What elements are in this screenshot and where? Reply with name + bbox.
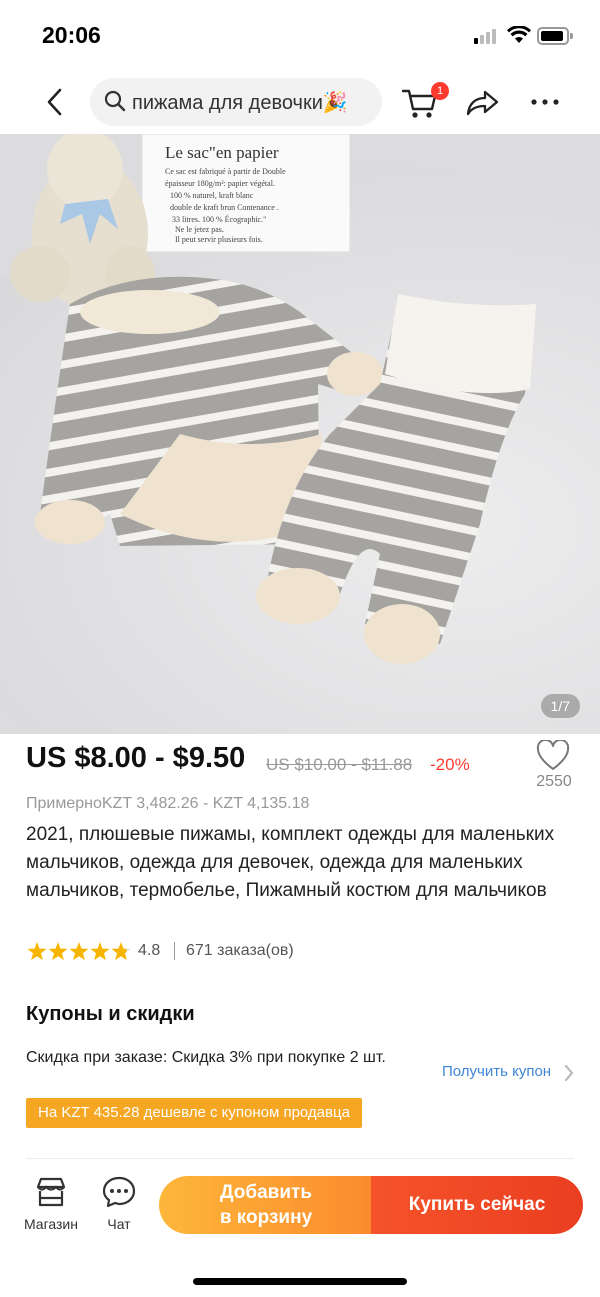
more-icon [531, 99, 559, 105]
search-query: пижама для девочки🎉 [132, 92, 348, 114]
chat-icon [102, 1176, 136, 1208]
battery-icon [537, 27, 573, 45]
signal-icon [474, 28, 500, 44]
status-time: 20:06 [42, 22, 101, 48]
status-bar: 20:06 [0, 0, 600, 70]
bag-line: Il peut servir plusieurs fois. [175, 235, 263, 244]
add-to-cart-line2: в корзину [219, 1207, 313, 1228]
chevron-left-icon [47, 88, 62, 116]
get-coupon-link[interactable]: Получить купон [442, 1063, 551, 1080]
star-icon [27, 942, 47, 961]
star-icon [111, 942, 131, 961]
bag-line: double de kraft brun Contenance . [170, 203, 279, 212]
store-icon [36, 1177, 66, 1207]
nav-bar: пижама для девочки🎉 1 [0, 70, 600, 134]
chevron-right-icon[interactable] [563, 1063, 575, 1083]
search-input[interactable]: пижама для девочки🎉 [90, 78, 382, 126]
bag-line: Ne le jetez pas. [175, 225, 224, 234]
more-button[interactable] [528, 84, 562, 120]
heart-icon [536, 738, 570, 770]
chat-label: Чат [107, 1216, 131, 1232]
cart-badge: 1 [431, 82, 449, 100]
add-to-cart-line1: Добавить [219, 1182, 313, 1203]
star-icon [69, 942, 89, 961]
share-button[interactable] [466, 84, 500, 120]
bag-line: Ce sac est fabriqué à partir de Double [165, 167, 286, 176]
seller-coupon-tag[interactable]: На KZT 435.28 дешевле с купоном продавца [26, 1098, 362, 1128]
paper-bag: Le sac"en papier Ce sac est fabriqué à p… [141, 134, 351, 253]
buy-now-button[interactable]: Купить сейчас [371, 1176, 583, 1234]
add-to-cart-button[interactable]: Добавить в корзину [159, 1176, 373, 1234]
coupon-description: Скидка при заказе: Скидка 3% при покупке… [26, 1049, 386, 1066]
rating-value: 4.8 [138, 942, 161, 959]
star-icon [48, 942, 68, 961]
bottom-action-bar: Магазин Чат Добавить в корзину Купить се… [0, 1160, 600, 1260]
price-old: US $10.00 - $11.88 [266, 755, 413, 774]
price-main: US $8.00 - $9.50 [26, 742, 246, 774]
divider [26, 1158, 574, 1159]
bag-line: 100 % naturel, kraft blanc [170, 191, 254, 200]
bag-text: Le sac"en papier [165, 143, 279, 162]
wishlist-count: 2550 [536, 773, 572, 790]
store-button[interactable]: Магазин [18, 1174, 84, 1238]
image-counter: 1/7 [540, 694, 580, 718]
rating-row[interactable]: 4.8 671 заказа(ов) [26, 940, 426, 964]
store-label: Магазин [23, 1216, 78, 1232]
coupons-title: Купоны и скидки [26, 1003, 195, 1025]
home-indicator[interactable] [193, 1278, 407, 1285]
share-icon [466, 90, 499, 116]
wifi-icon [507, 26, 531, 43]
approx-price: ПримерноKZT 3,482.26 - KZT 4,135.18 [26, 795, 310, 812]
search-icon [104, 90, 126, 112]
discount-badge: -20% [430, 755, 470, 774]
bag-line: 33 litres. 100 % Écographic." [172, 214, 266, 224]
chat-button[interactable]: Чат [94, 1174, 144, 1238]
rating-stars [27, 942, 131, 961]
product-image-gallery[interactable]: Le sac"en papier Ce sac est fabriqué à p… [0, 134, 600, 734]
star-icon [90, 942, 110, 961]
product-image: Le sac"en papier Ce sac est fabriqué à p… [0, 134, 600, 734]
rating-divider [174, 942, 175, 960]
price-row: US $8.00 - $9.50 US $10.00 - $11.88 -20% [26, 742, 586, 782]
back-button[interactable] [40, 84, 72, 120]
wishlist-button[interactable] [536, 738, 570, 772]
product-title: 2021, плюшевые пижамы, комплект одежды д… [26, 824, 555, 901]
bag-line: épaisseur 180g/m²: papier végétal. [165, 179, 275, 188]
orders-count: 671 заказа(ов) [186, 942, 294, 959]
